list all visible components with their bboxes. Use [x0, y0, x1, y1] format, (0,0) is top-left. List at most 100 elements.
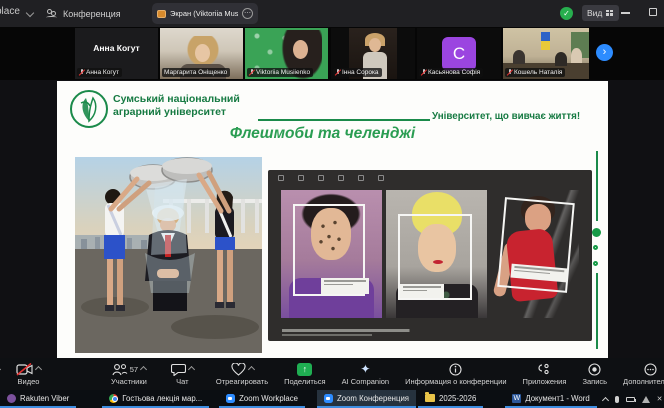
nav-line-top: [596, 151, 598, 221]
panel-toolbar-icons: [278, 175, 384, 181]
caption-card: [400, 284, 444, 298]
apps-button[interactable]: Приложения: [519, 358, 571, 390]
record-label: Запись: [582, 377, 607, 386]
people-icon: [46, 9, 58, 19]
slide-title: Флешмоби та челенджі: [147, 125, 498, 143]
participants-count-badge: 57: [130, 365, 138, 374]
participant-tile[interactable]: C Касьянова Софія: [417, 28, 501, 79]
nav-dot[interactable]: [593, 245, 598, 250]
divider-line: [258, 119, 430, 121]
layout-grid-icon: [606, 10, 614, 17]
mic-muted-icon: [421, 69, 426, 76]
chat-caret[interactable]: [188, 365, 195, 372]
taskbar-item-word[interactable]: W Документ1 - Word: [505, 390, 596, 408]
ai-companion-button[interactable]: ✦ AI Companion: [338, 358, 394, 390]
audio-options-caret[interactable]: [0, 365, 1, 372]
participant-tile[interactable]: Кошель Наталія: [503, 28, 589, 79]
tab-meeting-label: Конференция: [63, 9, 121, 19]
meeting-info-button[interactable]: Информация о конференции: [401, 358, 510, 390]
react-button[interactable]: Отреагировать: [212, 358, 272, 390]
next-participants-button[interactable]: ›: [596, 44, 613, 61]
security-shield-icon[interactable]: ✓: [560, 7, 573, 20]
mic-muted-icon: [249, 69, 254, 76]
nav-dot-active[interactable]: [592, 228, 601, 237]
mic-muted-icon: [79, 69, 84, 76]
nameplate: Маргарита Оніщенко: [162, 68, 230, 77]
participants-label: Участники: [111, 377, 147, 386]
title-bar: place Конференция Экран (Viktoriia Musii…: [0, 0, 664, 27]
mute-audio-button[interactable]: Звук: [0, 358, 4, 390]
participant-tile-active-speaker[interactable]: Viktoriia Musiienko: [245, 28, 328, 79]
minimize-button[interactable]: [621, 12, 630, 14]
battery-icon[interactable]: [626, 397, 635, 402]
system-tray: ✕ УКР 11:53: [597, 390, 664, 408]
react-caret[interactable]: [247, 365, 254, 372]
share-label: Поделиться: [284, 377, 325, 386]
ai-label: AI Companion: [342, 377, 390, 386]
chat-button[interactable]: Чат: [167, 358, 198, 390]
nav-line-bottom: [596, 273, 598, 349]
word-icon: W: [512, 394, 521, 403]
view-label: Вид: [587, 8, 602, 18]
share-icon: ↑: [297, 363, 312, 376]
taskbar-item-chrome[interactable]: Гостьова лекція мар...: [102, 390, 209, 408]
taskbar-item-zoom-workplace[interactable]: Zoom Workplace: [219, 390, 305, 408]
mic-muted-icon: [335, 69, 340, 76]
chrome-icon: [109, 394, 118, 403]
network-icon[interactable]: [642, 396, 650, 403]
participant-display-name: Анна Когут: [75, 43, 158, 53]
zoom-icon: [226, 394, 235, 403]
participants-caret[interactable]: [140, 365, 147, 372]
zoom-toolbar: Звук Видео 57 Участники Чат Отреагироват…: [0, 358, 664, 390]
participant-tile[interactable]: Анна Когут Анна Когут: [75, 28, 158, 79]
tray-mic-icon[interactable]: [615, 396, 619, 403]
nameplate: Кошель Наталія: [505, 68, 565, 77]
caption-card: [321, 278, 369, 294]
tab-meeting[interactable]: Конференция: [46, 5, 121, 22]
apps-label: Приложения: [523, 377, 567, 386]
nav-dot[interactable]: [593, 261, 598, 266]
nameplate: Viktoriia Musiienko: [247, 68, 313, 77]
swimsuit-portrait-photo: [491, 190, 579, 318]
presentation-slide: Сумський національний аграрний університ…: [57, 81, 608, 358]
share-screen-button[interactable]: ↑ Поделиться: [280, 358, 329, 390]
video-options-caret[interactable]: [35, 365, 42, 372]
university-logo: [68, 88, 110, 130]
zoom-icon: [324, 394, 333, 403]
chat-label: Чат: [176, 377, 188, 386]
record-button[interactable]: Запись: [578, 358, 611, 390]
more-button[interactable]: Дополнительно: [619, 358, 664, 390]
video-label: Видео: [18, 377, 40, 386]
taskbar-item-folder[interactable]: 2025-2026: [418, 390, 483, 408]
university-name: Сумський національний аграрний університ…: [113, 93, 240, 118]
ice-bucket-challenge-photo: [75, 157, 262, 353]
participant-tile[interactable]: Маргарита Оніщенко: [160, 28, 243, 79]
taskbar-item-zoom-meeting[interactable]: Zoom Конференция: [317, 390, 416, 408]
tab-screen-share[interactable]: Экран (Viktoriia Musiienko) ⋯: [152, 3, 258, 24]
tray-chevron-icon[interactable]: [602, 396, 609, 403]
info-label: Информация о конференции: [405, 377, 506, 386]
more-label: Дополнительно: [623, 377, 664, 386]
folder-icon: [425, 394, 435, 402]
taskbar-item-viber[interactable]: Rakuten Viber: [0, 390, 76, 408]
challenge-photos-panel: [268, 170, 592, 341]
participant-strip: Анна Когут Анна Когут Маргарита Оніщенко…: [0, 27, 664, 80]
restore-button[interactable]: [649, 8, 657, 16]
ukraine-flag: [541, 32, 550, 50]
volume-muted-icon[interactable]: ✕: [657, 395, 663, 403]
turban-portrait-photo: [386, 190, 487, 318]
chevron-down-icon[interactable]: [26, 9, 34, 17]
nameplate: Інна Сорока: [333, 68, 382, 77]
mic-muted-icon: [507, 69, 512, 76]
participants-button[interactable]: 57 Участники: [107, 358, 151, 390]
avatar: C: [442, 37, 476, 71]
view-button[interactable]: Вид: [582, 5, 619, 21]
tab-more-icon[interactable]: ⋯: [242, 8, 253, 19]
screen-share-icon: [157, 10, 166, 18]
nameplate: Анна Когут: [77, 68, 122, 77]
start-video-button[interactable]: Видео: [12, 358, 45, 390]
app-title-partial: place: [0, 6, 20, 17]
zoom-meeting-window: place Конференция Экран (Viktoriia Musii…: [0, 0, 664, 408]
participant-tile[interactable]: Інна Сорока: [331, 28, 415, 79]
panel-caption-text-blur: [282, 329, 464, 332]
